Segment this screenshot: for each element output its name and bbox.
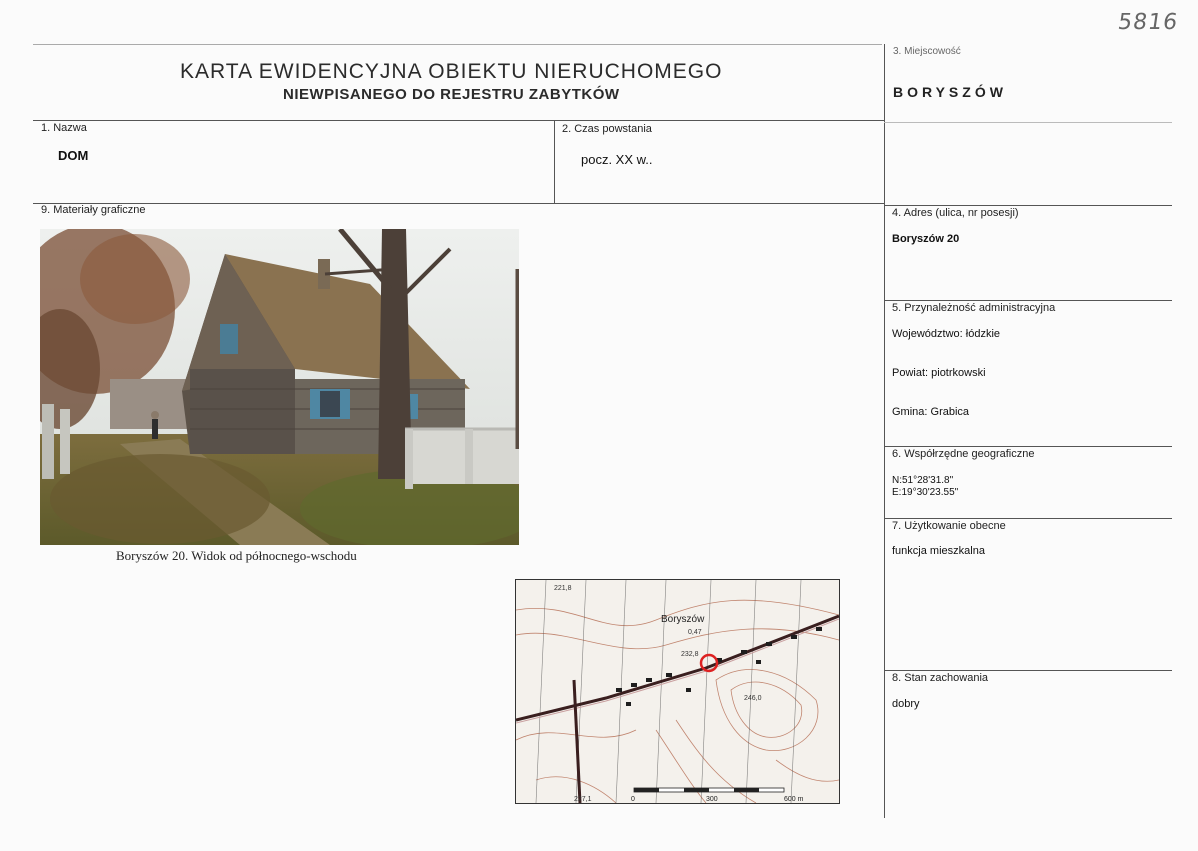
photo-caption: Boryszów 20. Widok od północnego-wschodu (116, 548, 357, 563)
latitude-value: N:51°28'31.8" (892, 475, 954, 486)
scale-label-600: 600 m (784, 796, 804, 803)
house-photo (40, 229, 519, 545)
divider-right-1 (884, 122, 1172, 123)
document-title: KARTA EWIDENCYJNA OBIEKTU NIERUCHOMEGO (180, 60, 723, 83)
czas-label: 2. Czas powstania (562, 123, 652, 135)
uzytkowanie-value: funkcja mieszkalna (892, 545, 985, 557)
stan-label: 8. Stan zachowania (892, 672, 989, 684)
longitude-value: E:19°30'23.55" (892, 487, 959, 498)
divider-row1 (33, 203, 885, 204)
nazwa-value: DOM (58, 148, 89, 163)
nazwa-label: 1. Nazwa (41, 122, 87, 134)
miejscowosc-value: BORYSZÓW (893, 84, 1007, 100)
adres-value: Boryszów 20 (892, 233, 960, 245)
czas-value: pocz. XX w.. (581, 152, 653, 167)
miejscowosc-label: 3. Miejscowość (893, 46, 961, 57)
wojewodztwo-value: Województwo: łódzkie (892, 328, 1001, 340)
gmina-value: Gmina: Grabica (892, 406, 970, 418)
divider-right-4 (884, 446, 1172, 447)
scale-label-300: 300 (706, 796, 718, 803)
przynaleznosc-label: 5. Przynależność administracyjna (892, 302, 1056, 314)
stan-value: dobry (892, 698, 920, 710)
divider-right-column (884, 44, 885, 818)
map-elevation-1: 221,8 (554, 585, 572, 592)
wspolrzedne-label: 6. Współrzędne geograficzne (892, 448, 1035, 460)
map-elevation-3: 246,0 (744, 695, 762, 702)
divider-header (33, 120, 885, 121)
uzytkowanie-label: 7. Użytkowanie obecne (892, 520, 1006, 532)
divider-right-2 (884, 205, 1172, 206)
location-map: Boryszów 0,47 221,8 232,8 246,0 227,1 0 … (515, 579, 840, 804)
top-border (33, 44, 882, 45)
divider-nazwa-czas (554, 120, 555, 204)
map-elevation-2: 232,8 (681, 651, 699, 658)
map-elevation-4: 227,1 (574, 796, 592, 803)
map-place-number: 0,47 (688, 629, 702, 636)
divider-right-5 (884, 518, 1172, 519)
handwritten-archive-number: 5816 (1116, 10, 1180, 35)
map-place-label: Boryszów (661, 614, 705, 625)
document-subtitle: NIEWPISANEGO DO REJESTRU ZABYTKÓW (283, 86, 620, 103)
adres-label: 4. Adres (ulica, nr posesji) (892, 207, 1019, 219)
divider-right-6 (884, 670, 1172, 671)
scale-label-0: 0 (631, 796, 635, 803)
powiat-value: Powiat: piotrkowski (892, 367, 986, 379)
divider-right-3 (884, 300, 1172, 301)
materialy-label: 9. Materiały graficzne (41, 204, 146, 216)
